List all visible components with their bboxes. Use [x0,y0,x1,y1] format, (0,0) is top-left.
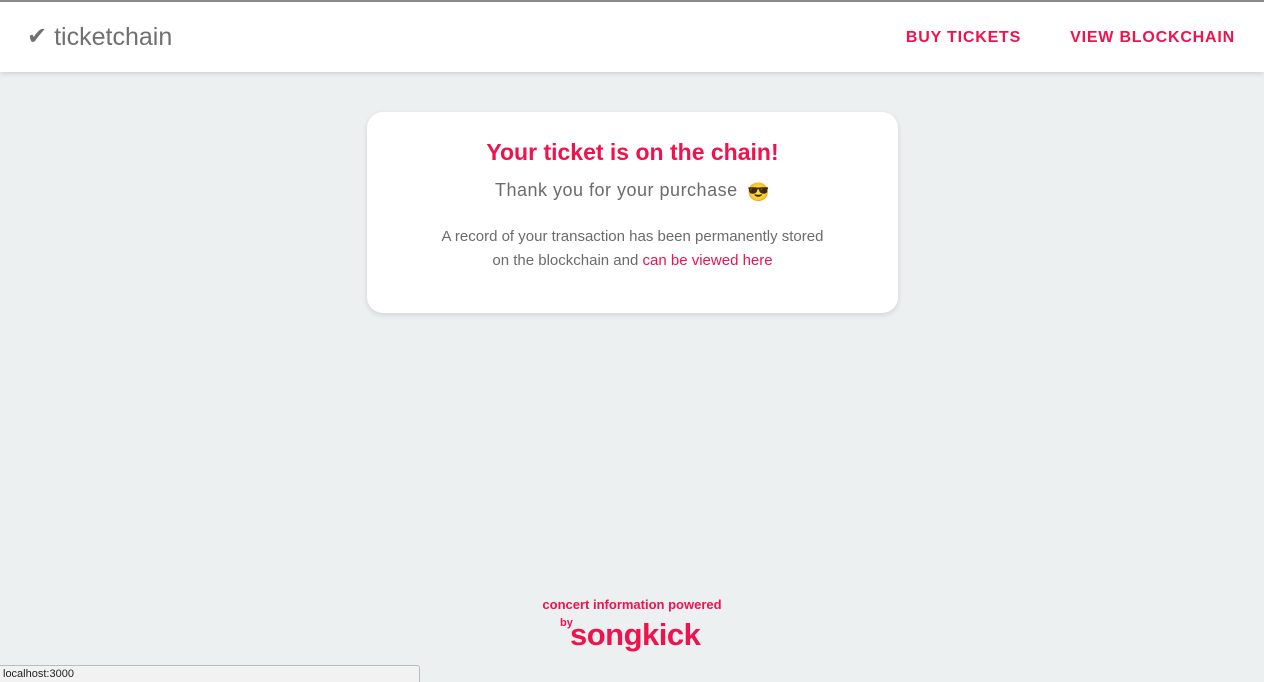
browser-status-bar: localhost:3000 [0,665,420,682]
sunglasses-emoji-icon: 😎 [747,182,771,202]
top-navbar: ✔ ticketchain BUY TICKETS VIEW BLOCKCHAI… [0,2,1264,72]
thank-you-text: Thank you for your purchase [494,180,738,200]
powered-by-text: concert information powered [542,597,722,612]
status-url: localhost:3000 [3,668,74,680]
nav-view-blockchain[interactable]: VIEW BLOCKCHAIN [1070,28,1235,48]
checkmark-icon: ✔ [27,23,48,50]
view-transaction-link[interactable]: can be viewed here [643,252,773,269]
confirmation-title: Your ticket is on the chain! [486,139,779,165]
nav-buy-tickets[interactable]: BUY TICKETS [906,28,1021,48]
confirmation-subtitle: Thank you for your purchase 😎 [367,178,898,204]
confirmation-card: Your ticket is on the chain! Thank you f… [367,112,898,313]
transaction-record-text: A record of your transaction has been pe… [437,225,828,273]
songkick-wordmark: songkick [570,617,701,652]
main-nav: BUY TICKETS VIEW BLOCKCHAIN [906,28,1235,48]
ticketchain-logo-link[interactable]: ✔ ticketchain [27,21,172,53]
logo-text: ticketchain [54,23,173,51]
